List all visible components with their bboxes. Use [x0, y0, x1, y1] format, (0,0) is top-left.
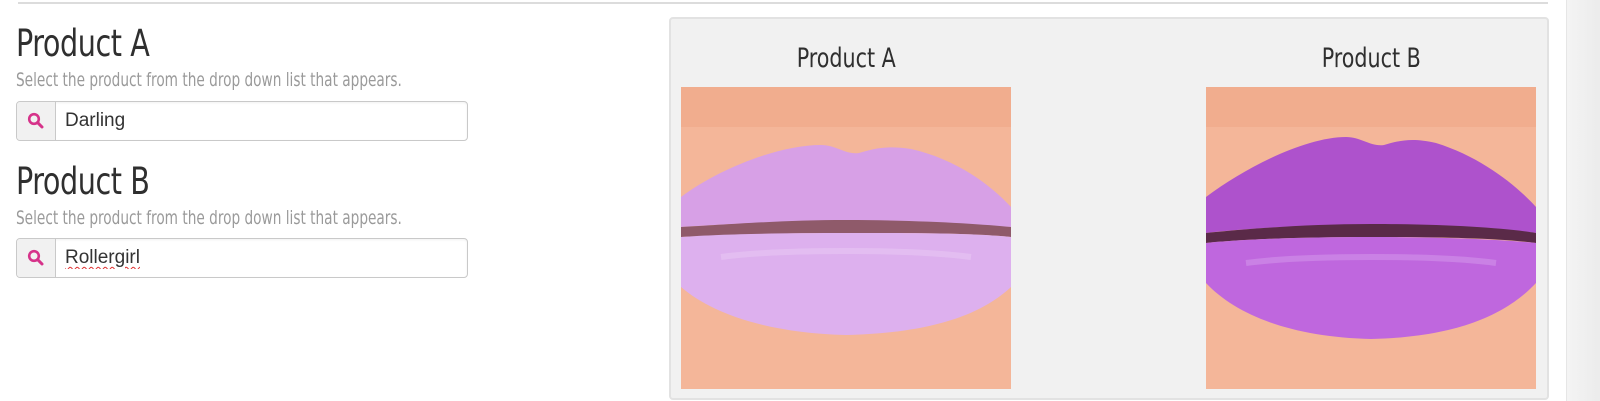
product-b-help-text: Select the product from the drop down li…	[16, 207, 402, 229]
comparison-label-b: Product B	[1321, 43, 1421, 74]
product-a-search[interactable]	[16, 101, 468, 141]
product-b-title: Product B	[16, 160, 150, 203]
product-b-search-input[interactable]	[56, 239, 467, 277]
comparison-label-a: Product A	[796, 43, 896, 74]
search-icon[interactable]	[17, 239, 56, 277]
product-b-search[interactable]	[16, 238, 468, 278]
product-selectors: Product A Select the product from the dr…	[16, 0, 516, 401]
comparison-panel: Product A Product B	[669, 17, 1549, 400]
product-a-title: Product A	[16, 22, 150, 65]
product-a-search-input[interactable]	[56, 102, 467, 140]
product-b-swatch-image	[1206, 87, 1536, 389]
window-edge	[1566, 0, 1600, 401]
search-icon[interactable]	[17, 102, 56, 140]
product-a-help-text: Select the product from the drop down li…	[16, 69, 402, 91]
product-a-swatch-image	[681, 87, 1011, 389]
